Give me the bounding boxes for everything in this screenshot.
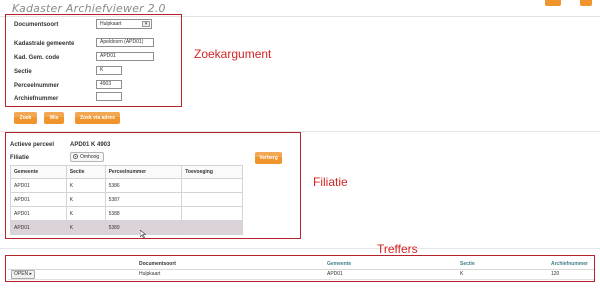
header-orange-tab[interactable]: [580, 0, 592, 6]
section-divider: [0, 248, 600, 249]
zoek-button[interactable]: Zoek: [14, 112, 37, 124]
filiatie-highlight-frame: [5, 132, 301, 239]
wis-button[interactable]: Wis: [44, 112, 64, 124]
filiatie-annotation: Filiatie: [313, 175, 348, 189]
zoek-via-adres-button[interactable]: Zoek via adres: [75, 112, 120, 124]
header-orange-tab[interactable]: [545, 0, 561, 6]
zoekargument-highlight-frame: [5, 14, 182, 107]
zoekargument-annotation: Zoekargument: [194, 47, 272, 61]
treffers-annotation: Treffers: [377, 242, 418, 256]
treffers-highlight-frame: [5, 255, 595, 282]
